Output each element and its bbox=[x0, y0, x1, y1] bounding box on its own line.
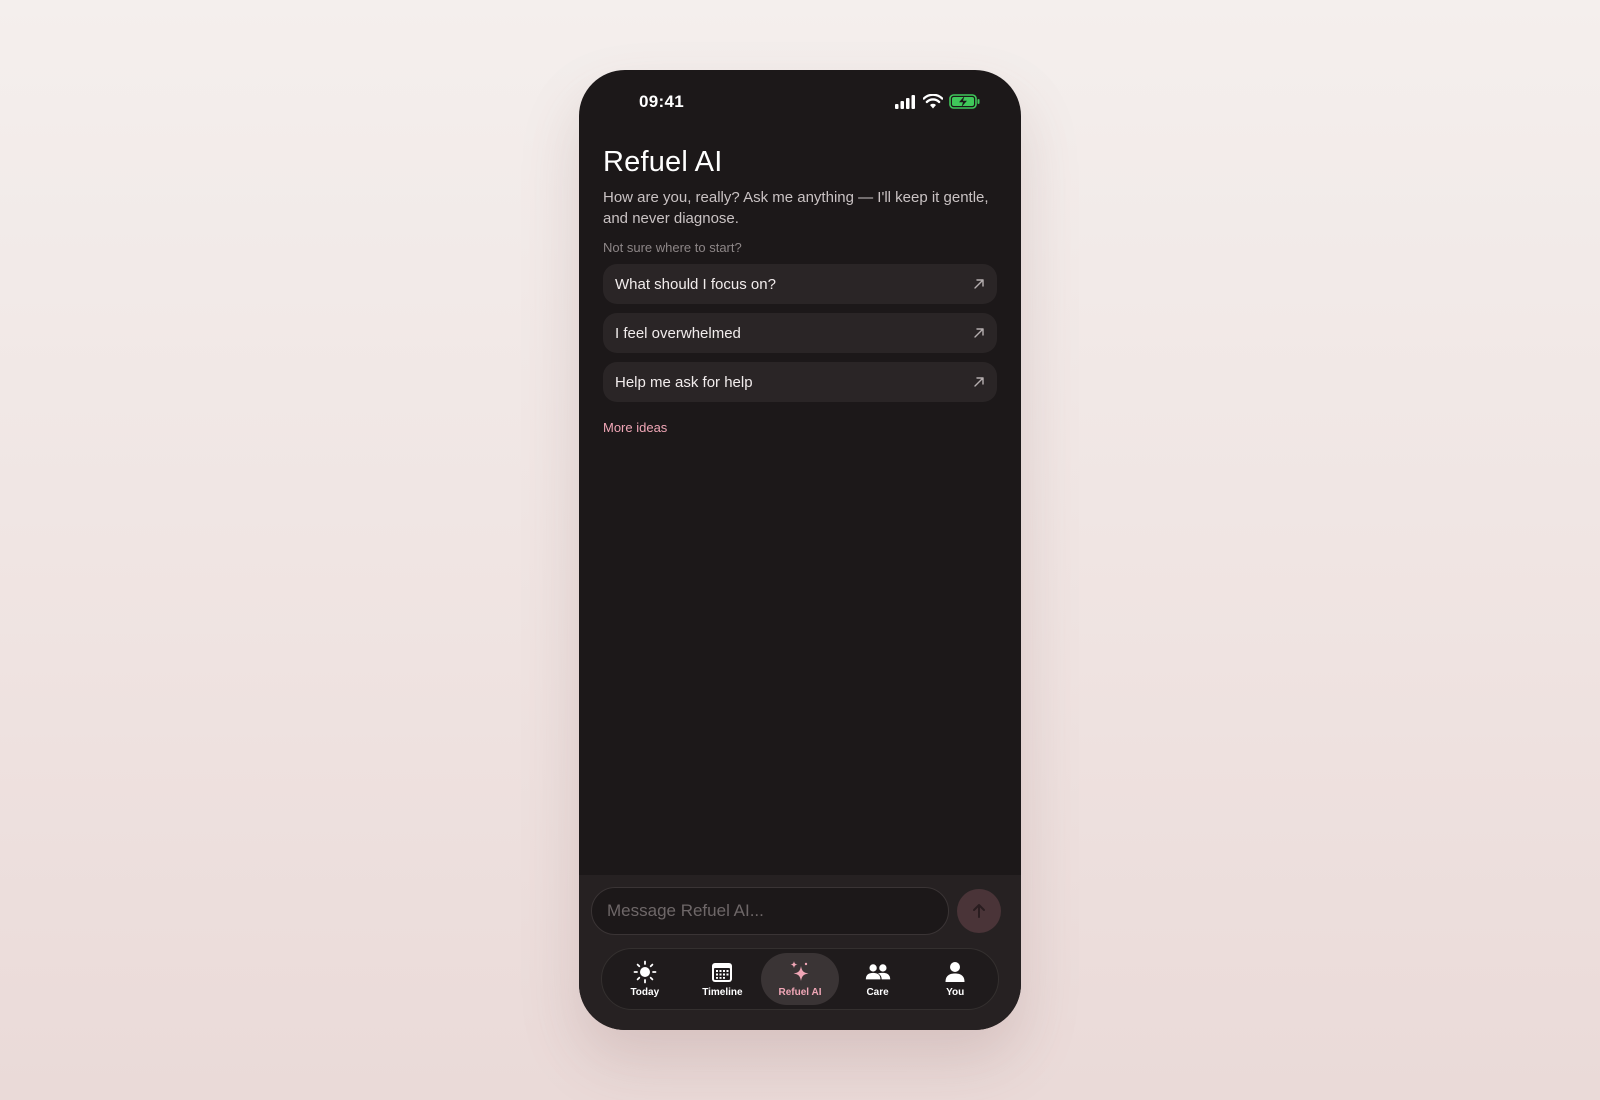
suggestion-label: I feel overwhelmed bbox=[615, 324, 741, 342]
tab-timeline[interactable]: Timeline bbox=[684, 953, 762, 1005]
chat-intro: Refuel AI How are you, really? Ask me an… bbox=[603, 146, 997, 437]
sparkle-icon bbox=[790, 961, 809, 981]
arrow-up-icon bbox=[973, 904, 985, 918]
status-time: 09:41 bbox=[639, 92, 684, 111]
suggestion-ask-for-help[interactable]: Help me ask for help bbox=[603, 362, 997, 402]
tab-today[interactable]: Today bbox=[606, 953, 684, 1005]
tab-label: Refuel AI bbox=[778, 987, 822, 998]
page-subtitle: How are you, really? Ask me anything — I… bbox=[603, 189, 989, 227]
status-bar: 09:41 bbox=[579, 70, 1021, 132]
suggestion-label: What should I focus on? bbox=[615, 275, 776, 293]
signal-icon bbox=[895, 94, 915, 109]
phone-frame: 09:41 Refuel AI How are you, really? Ask… bbox=[579, 70, 1021, 1030]
send-button[interactable] bbox=[957, 889, 1001, 933]
tab-refuel-ai[interactable]: Refuel AI bbox=[761, 953, 839, 1005]
composer-area: Today Timeline bbox=[579, 875, 1021, 1030]
arrow-up-right-icon bbox=[974, 328, 984, 338]
wifi-icon bbox=[923, 94, 943, 109]
people-icon bbox=[865, 964, 890, 980]
tab-label: You bbox=[946, 987, 965, 998]
sun-icon bbox=[633, 960, 657, 984]
tab-bar: Today Timeline Refuel AI Care You bbox=[601, 948, 999, 1010]
tab-care[interactable]: Care bbox=[839, 953, 917, 1005]
suggestion-label: Help me ask for help bbox=[615, 373, 753, 391]
tab-you[interactable]: You bbox=[916, 953, 994, 1005]
tab-label: Timeline bbox=[702, 987, 743, 998]
suggestion-list: What should I focus on? I feel overwhelm… bbox=[603, 264, 997, 402]
suggestion-overwhelmed[interactable]: I feel overwhelmed bbox=[603, 313, 997, 353]
tab-label: Today bbox=[630, 987, 660, 998]
tab-label: Care bbox=[866, 987, 889, 998]
suggestion-focus[interactable]: What should I focus on? bbox=[603, 264, 997, 304]
message-input[interactable] bbox=[591, 887, 949, 935]
status-icons bbox=[895, 94, 981, 109]
page-title: Refuel AI bbox=[603, 146, 723, 178]
arrow-up-right-icon bbox=[974, 279, 984, 289]
more-ideas-link[interactable]: More ideas bbox=[603, 420, 667, 435]
suggestions-label: Not sure where to start? bbox=[603, 240, 742, 255]
battery-charging-icon bbox=[949, 94, 980, 109]
person-icon bbox=[945, 962, 965, 982]
arrow-up-right-icon bbox=[974, 377, 984, 387]
calendar-icon bbox=[712, 963, 733, 982]
